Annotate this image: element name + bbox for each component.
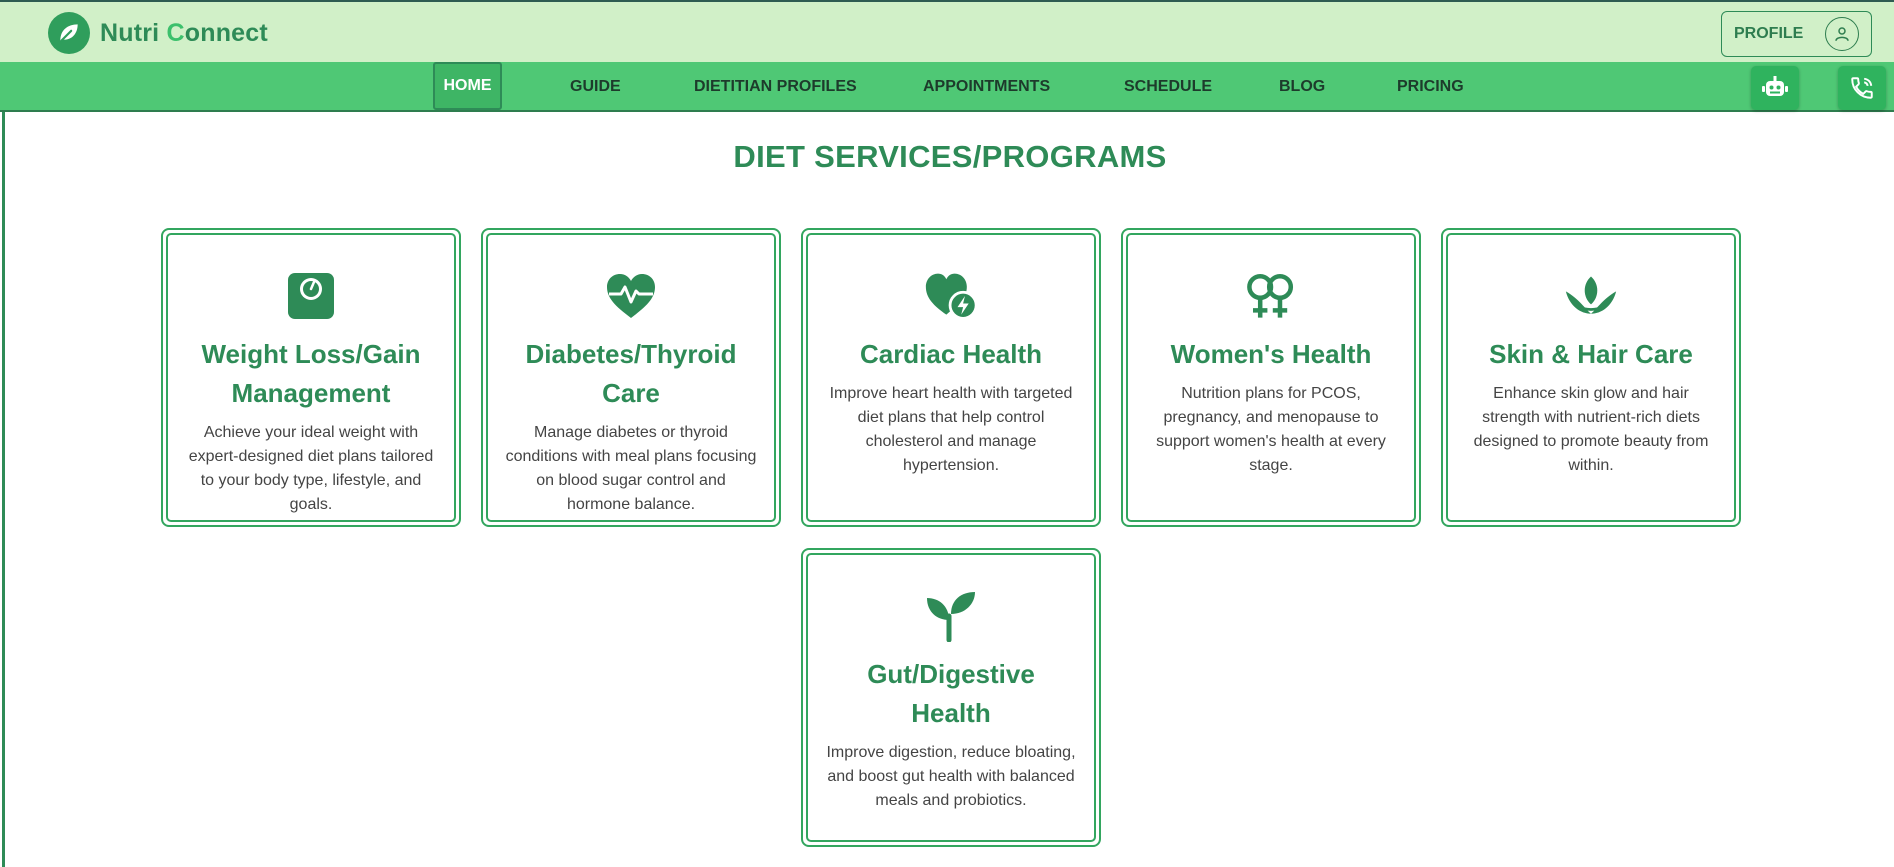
card-title: Cardiac Health	[859, 339, 1043, 369]
card-description: Improve heart health with targeted diet …	[829, 385, 1073, 474]
user-icon	[1825, 17, 1859, 51]
phone-icon	[1851, 77, 1873, 99]
section-title: DIET SERVICES/PROGRAMS	[733, 139, 1167, 174]
service-card-skin-hair[interactable]: Skin & Hair Care Enhance skin glow and h…	[1441, 228, 1741, 527]
profile-button[interactable]: PROFILE	[1721, 11, 1872, 57]
card-description: Improve digestion, reduce bloating, and …	[826, 744, 1076, 809]
heart-pulse-icon	[604, 269, 658, 323]
card-description: Nutrition plans for PCOS, pregnancy, and…	[1156, 385, 1386, 474]
seedling-icon	[924, 589, 978, 643]
lotus-leaf-icon	[1564, 269, 1618, 323]
profile-label: PROFILE	[1734, 25, 1804, 42]
card-title: Diabetes/Thyroid Care	[525, 339, 737, 408]
main-nav: HOME GUIDE DIETITIAN PROFILES APPOINTMEN…	[0, 62, 1894, 112]
service-card-weight[interactable]: Weight Loss/Gain Management Achieve your…	[161, 228, 461, 527]
card-title: Gut/Digestive Health	[867, 659, 1035, 728]
brand-logo[interactable]: Nutri Connect	[48, 12, 268, 54]
card-description: Achieve your ideal weight with expert-de…	[188, 424, 434, 513]
leaf-icon	[48, 12, 90, 54]
weighing-scale-icon	[284, 269, 338, 323]
brand-name: Nutri Connect	[100, 18, 268, 47]
top-header: Nutri Connect PROFILE	[0, 0, 1894, 62]
robot-icon	[1762, 76, 1788, 96]
call-button[interactable]	[1838, 66, 1886, 110]
nav-appointments[interactable]: APPOINTMENTS	[923, 62, 1050, 112]
card-title: Women's Health	[1170, 339, 1372, 369]
service-card-gut[interactable]: Gut/Digestive Health Improve digestion, …	[801, 548, 1101, 847]
card-description: Manage diabetes or thyroid conditions wi…	[505, 424, 757, 513]
left-border	[2, 112, 5, 867]
nav-dietitian-profiles[interactable]: DIETITIAN PROFILES	[694, 62, 857, 112]
heart-bolt-icon	[924, 269, 978, 323]
nav-pricing[interactable]: PRICING	[1397, 62, 1464, 112]
service-card-womens[interactable]: Women's Health Nutrition plans for PCOS,…	[1121, 228, 1421, 527]
female-symbols-icon	[1244, 269, 1298, 323]
chatbot-button[interactable]	[1751, 66, 1799, 110]
nav-blog[interactable]: BLOG	[1279, 62, 1325, 112]
service-card-diabetes[interactable]: Diabetes/Thyroid Care Manage diabetes or…	[481, 228, 781, 527]
card-title: Skin & Hair Care	[1489, 339, 1693, 369]
nav-schedule[interactable]: SCHEDULE	[1124, 62, 1212, 112]
card-description: Enhance skin glow and hair strength with…	[1473, 385, 1709, 474]
service-card-cardiac[interactable]: Cardiac Health Improve heart health with…	[801, 228, 1101, 527]
nav-guide[interactable]: GUIDE	[570, 62, 621, 112]
nav-home[interactable]: HOME	[433, 62, 502, 110]
card-title: Weight Loss/Gain Management	[201, 339, 421, 408]
